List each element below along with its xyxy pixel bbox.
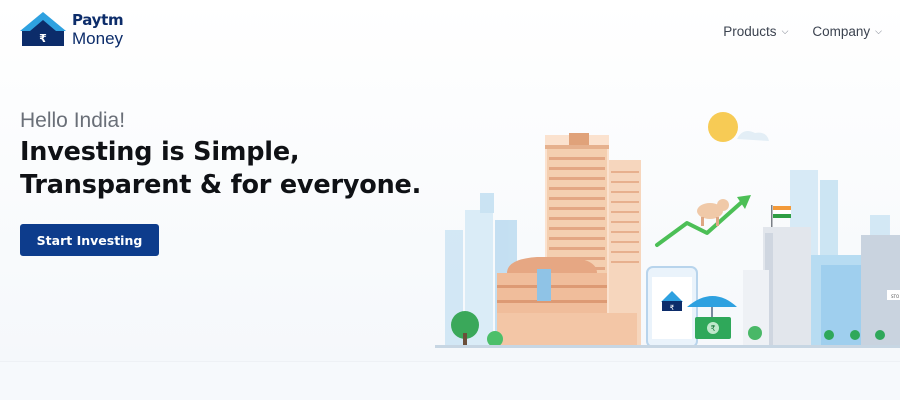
nav-products-label: Products bbox=[723, 24, 777, 39]
banknote-rupee-glyph: ₹ bbox=[710, 324, 715, 333]
logo-text-money: Money bbox=[72, 29, 124, 48]
hero-headline: Investing is Simple, Transparent & for e… bbox=[20, 136, 421, 202]
nav-products[interactable]: Products ⌵ bbox=[723, 24, 788, 39]
building-sign-text: STO bbox=[891, 294, 899, 299]
next-section-band bbox=[0, 361, 900, 400]
site-header: ₹ Paytm Money Products ⌵ Company ⌵ bbox=[0, 0, 900, 64]
banknote-icon: ₹ bbox=[695, 317, 731, 339]
nav-company[interactable]: Company ⌵ bbox=[812, 24, 882, 39]
logo-rupee-glyph: ₹ bbox=[39, 32, 47, 45]
cloud-icon bbox=[737, 131, 769, 141]
sun-icon bbox=[708, 112, 738, 142]
hero-greeting: Hello India! bbox=[20, 109, 126, 132]
chevron-down-icon: ⌵ bbox=[781, 26, 789, 36]
chevron-down-icon: ⌵ bbox=[875, 26, 882, 36]
india-flag-icon bbox=[771, 205, 791, 227]
start-investing-button[interactable]: Start Investing bbox=[20, 224, 159, 256]
nav-company-label: Company bbox=[812, 24, 871, 39]
logo-mark-icon: ₹ bbox=[20, 12, 66, 46]
logo-text-paytm: Paytm bbox=[72, 11, 124, 29]
city-investing-illustration: ₹ ₹ STO bbox=[435, 112, 900, 348]
headline-line-1: Investing is Simple, bbox=[20, 137, 300, 167]
ground-line bbox=[435, 345, 900, 348]
phone-rupee-glyph: ₹ bbox=[670, 304, 675, 312]
bull-icon bbox=[697, 199, 729, 226]
headline-line-2: Transparent & for everyone. bbox=[20, 170, 422, 200]
top-nav: Products ⌵ Company ⌵ bbox=[723, 24, 882, 39]
paytm-money-logo[interactable]: ₹ Paytm Money bbox=[20, 12, 150, 52]
